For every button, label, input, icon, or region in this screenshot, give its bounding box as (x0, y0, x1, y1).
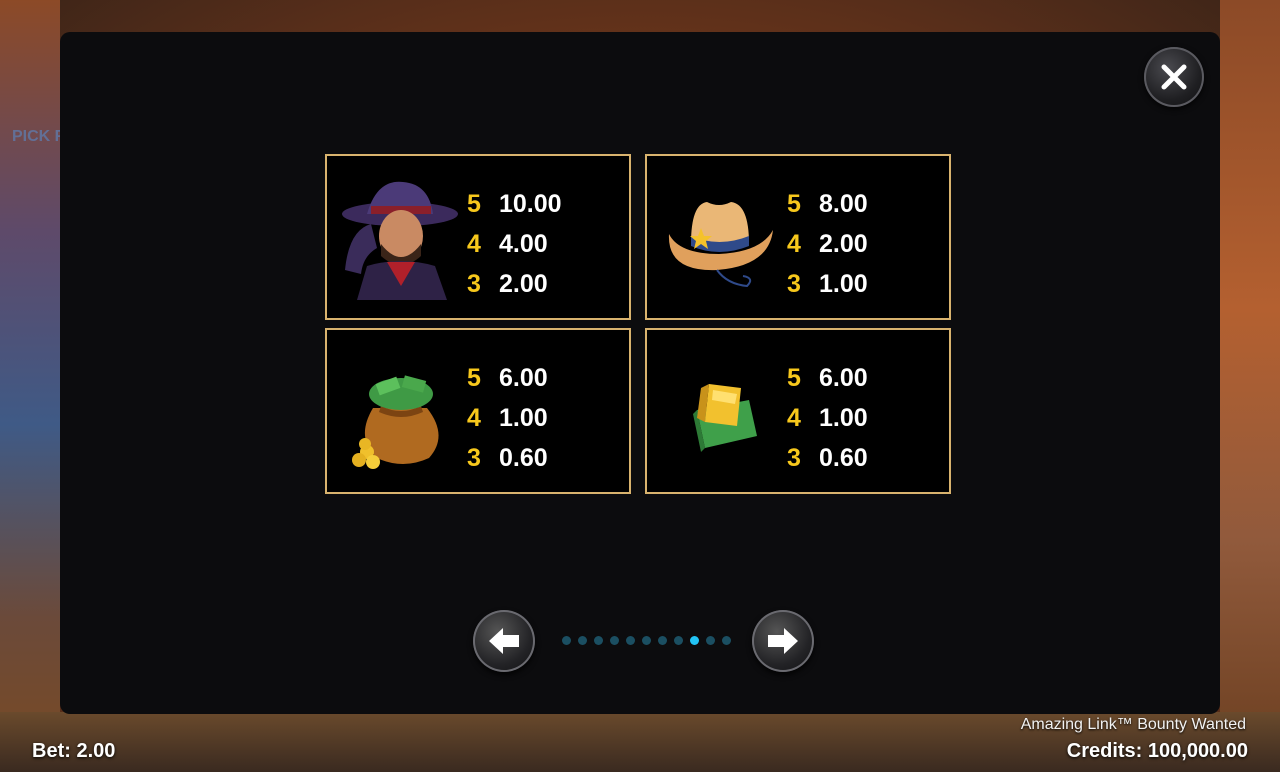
pay-row: 3 0.60 (467, 438, 548, 478)
pay-count: 5 (467, 363, 481, 392)
page-indicator (562, 636, 731, 645)
page-dot[interactable] (626, 636, 635, 645)
cowboy-hat-icon (668, 202, 773, 288)
arrow-right-icon (768, 628, 798, 654)
pay-row: 5 6.00 (467, 358, 548, 398)
paytable-card-gold-bar: 5 6.00 4 1.00 3 0.60 (645, 328, 951, 494)
pay-value: 6.00 (819, 363, 868, 392)
pay-value: 2.00 (499, 269, 548, 298)
pay-row: 4 2.00 (787, 224, 868, 264)
pay-count: 3 (467, 269, 481, 298)
next-page-button[interactable] (752, 610, 814, 672)
pay-value: 0.60 (499, 443, 548, 472)
pay-value: 6.00 (499, 363, 548, 392)
pay-value: 10.00 (499, 189, 562, 218)
credits-display: Credits: 100,000.00 (1066, 740, 1248, 762)
game-title: Amazing Link™ Bounty Wanted (1020, 716, 1246, 733)
pay-count: 3 (787, 269, 801, 298)
pay-count: 5 (467, 189, 481, 218)
close-icon (1161, 64, 1187, 90)
pay-row: 4 1.00 (467, 398, 548, 438)
page-dot[interactable] (642, 636, 651, 645)
pay-count: 4 (787, 403, 801, 432)
page-dot[interactable] (610, 636, 619, 645)
pay-row: 4 1.00 (787, 398, 868, 438)
paytable-values: 5 6.00 4 1.00 3 0.60 (787, 358, 868, 478)
page-dot[interactable] (594, 636, 603, 645)
pay-row: 3 0.60 (787, 438, 868, 478)
background-right (1220, 0, 1280, 772)
previous-page-button[interactable] (473, 610, 535, 672)
pay-row: 5 10.00 (467, 184, 562, 224)
page-dot[interactable] (706, 636, 715, 645)
bet-display: Bet: 2.00 (32, 740, 116, 762)
page-dot[interactable] (658, 636, 667, 645)
pay-count: 5 (787, 363, 801, 392)
pay-value: 0.60 (819, 443, 868, 472)
pay-value: 1.00 (499, 403, 548, 432)
outlaw-cowboy-icon (342, 181, 458, 300)
pay-count: 3 (787, 443, 801, 472)
pay-value: 1.00 (819, 269, 868, 298)
paytable-modal (60, 32, 1220, 714)
paytable-values: 5 10.00 4 4.00 3 2.00 (467, 184, 562, 304)
pay-row: 3 2.00 (467, 264, 562, 304)
pay-row: 3 1.00 (787, 264, 868, 304)
close-button[interactable] (1144, 47, 1204, 107)
paytable-values: 5 8.00 4 2.00 3 1.00 (787, 184, 868, 304)
paytable-values: 5 6.00 4 1.00 3 0.60 (467, 358, 548, 478)
paytable-card-money-bag: 5 6.00 4 1.00 3 0.60 (325, 328, 631, 494)
pay-count: 3 (467, 443, 481, 472)
pay-value: 8.00 (819, 189, 868, 218)
money-bag-icon (352, 375, 439, 469)
arrow-left-icon (489, 628, 519, 654)
page-dot[interactable] (578, 636, 587, 645)
page-dot[interactable] (674, 636, 683, 645)
page-dot[interactable] (562, 636, 571, 645)
pay-row: 5 8.00 (787, 184, 868, 224)
pay-row: 4 4.00 (467, 224, 562, 264)
page-dot-active[interactable] (690, 636, 699, 645)
pay-count: 4 (467, 229, 481, 258)
gold-bar-cash-icon (693, 384, 757, 452)
pay-count: 4 (787, 229, 801, 258)
pay-value: 1.00 (819, 403, 868, 432)
background-pick-text: PICK F (12, 128, 65, 145)
pay-count: 4 (467, 403, 481, 432)
pay-count: 5 (787, 189, 801, 218)
paytable-card-hat: 5 8.00 4 2.00 3 1.00 (645, 154, 951, 320)
pay-row: 5 6.00 (787, 358, 868, 398)
background-left (0, 0, 60, 772)
pay-value: 4.00 (499, 229, 548, 258)
pay-value: 2.00 (819, 229, 868, 258)
page-dot[interactable] (722, 636, 731, 645)
paytable-card-outlaw: 5 10.00 4 4.00 3 2.00 (325, 154, 631, 320)
